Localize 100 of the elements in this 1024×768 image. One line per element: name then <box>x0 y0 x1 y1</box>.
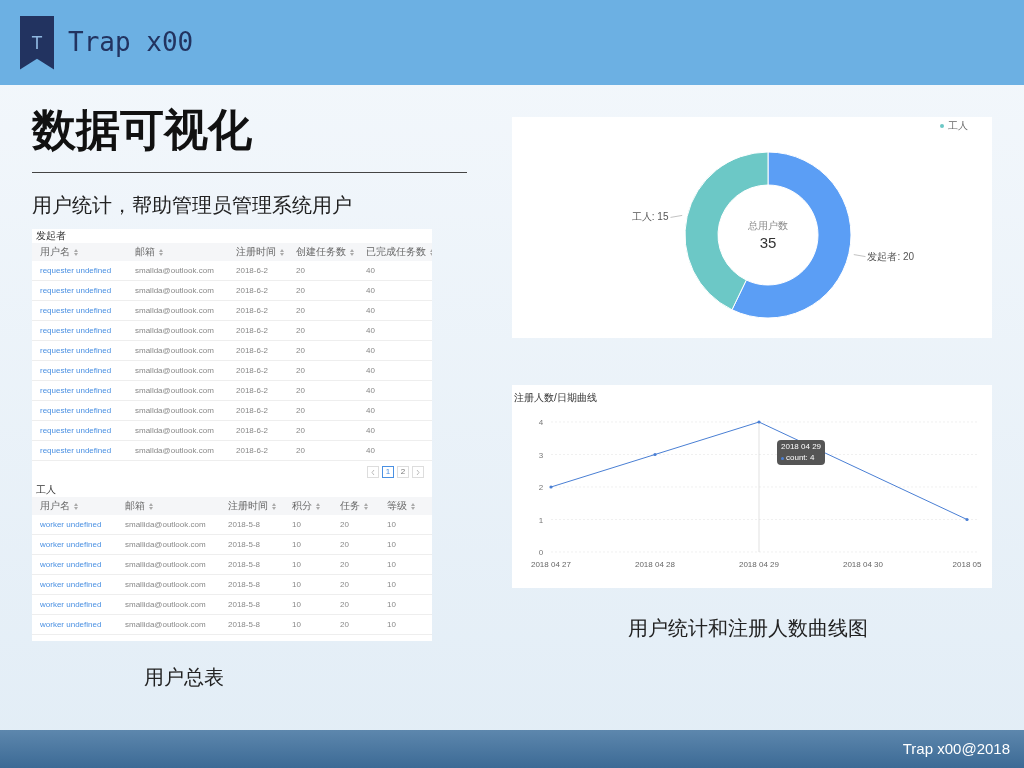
caption: 用户总表 <box>144 667 225 687</box>
x-tick-label: 2018 04 30 <box>843 560 883 569</box>
slice-label: 工人: 15 <box>631 211 669 223</box>
user-link[interactable]: requester undefined <box>40 384 135 397</box>
chevron-left-icon <box>371 469 375 475</box>
data-point <box>653 452 657 457</box>
table-cell-text: 20 <box>340 558 350 571</box>
column-header: 注册时间 <box>228 501 268 511</box>
table-cell-text: 10 <box>387 518 397 531</box>
subtitle: 用户统计，帮助管理员管理系统用户 <box>32 195 353 215</box>
table-cell-text: 10 <box>292 598 302 611</box>
table-cell-text: 2018-6-2 <box>236 444 270 457</box>
column-header: 用户名 <box>40 501 70 511</box>
bookmark-logo: T <box>20 15 54 70</box>
sort-icon[interactable] <box>272 502 276 510</box>
table-cell-text: 40 <box>366 344 376 357</box>
table-cell-text: 2018-5-8 <box>228 618 262 631</box>
table-cell-text: 2018-6-2 <box>236 404 270 417</box>
table-cell-text: 40 <box>366 284 376 297</box>
table-cell-text: 20 <box>296 364 306 377</box>
column-header: 已完成任务数 <box>366 247 426 257</box>
user-link[interactable]: requester undefined <box>40 324 135 337</box>
user-link[interactable]: requester undefined <box>40 264 135 277</box>
chevron-right-icon <box>416 469 420 475</box>
table-cell-text: 2018-5-8 <box>228 518 262 531</box>
sort-icon[interactable] <box>280 248 284 256</box>
x-tick-label: 2018 04 28 <box>635 560 675 569</box>
table-title: 工人 <box>35 483 57 497</box>
sort-icon[interactable] <box>411 502 415 510</box>
table-cell-text: 10 <box>387 558 397 571</box>
sort-icon[interactable] <box>350 248 354 256</box>
table-cell-text: 40 <box>366 264 376 277</box>
slice-label: 发起者: 20 <box>867 250 915 262</box>
data-point <box>757 420 761 424</box>
legend-label: 工人 <box>948 119 968 133</box>
table-cell-text: 2018-5-8 <box>228 578 262 591</box>
user-link[interactable]: worker undefined <box>40 618 125 631</box>
table-cell-text: 20 <box>340 618 350 631</box>
table-cell-text: smallida@outlook.com <box>125 558 207 571</box>
user-link[interactable]: worker undefined <box>40 558 125 571</box>
table-cell-text: smallda@outlook.com <box>135 364 215 377</box>
table-cell-text: 20 <box>296 424 306 437</box>
data-point <box>965 517 969 522</box>
column-header: 邮箱 <box>125 501 145 511</box>
sort-icon[interactable] <box>149 502 153 510</box>
sort-icon[interactable] <box>159 248 163 256</box>
user-link[interactable]: requester undefined <box>40 424 135 437</box>
previous-page-button[interactable] <box>367 466 379 478</box>
table-cell-text: 20 <box>296 444 306 457</box>
table-cell-text: 10 <box>387 618 397 631</box>
table-cell-text: 2018-6-2 <box>236 364 270 377</box>
user-link[interactable]: requester undefined <box>40 444 135 457</box>
y-tick-label: 3 <box>538 450 544 460</box>
table-cell-text: 40 <box>366 404 376 417</box>
x-tick-label: 2018 04 27 <box>531 560 571 569</box>
y-tick-label: 4 <box>538 418 544 427</box>
user-link[interactable]: requester undefined <box>40 364 135 377</box>
user-link[interactable]: requester undefined <box>40 404 135 417</box>
table-cell-text: 40 <box>366 304 376 317</box>
tooltip-date: 2018 04 29 <box>781 443 822 451</box>
table-cell-text: 10 <box>292 558 302 571</box>
x-tick-label: 2018 05 <box>952 560 982 569</box>
column-header: 等级 <box>387 501 407 511</box>
next-page-button[interactable] <box>412 466 424 478</box>
user-link[interactable]: worker undefined <box>40 518 125 531</box>
table-cell-text: 2018-5-8 <box>228 558 262 571</box>
center-value: 35 <box>759 234 777 251</box>
x-tick-label: 2018 04 29 <box>739 560 779 569</box>
user-link[interactable]: worker undefined <box>40 598 125 611</box>
column-header: 用户名 <box>40 247 70 257</box>
page-button[interactable]: 2 <box>397 466 409 478</box>
user-link[interactable]: requester undefined <box>40 344 135 357</box>
sort-icon[interactable] <box>316 502 320 510</box>
table-cell-text: 10 <box>387 598 397 611</box>
table-cell-text: 40 <box>366 364 376 377</box>
table-cell-text: 10 <box>292 618 302 631</box>
table-cell-text: 20 <box>296 284 306 297</box>
sort-icon[interactable] <box>74 248 78 256</box>
footer-text: Trap x00@2018 <box>902 738 1010 759</box>
table-cell-text: 2018-6-2 <box>236 304 270 317</box>
table-cell-text: smallida@outlook.com <box>125 518 207 531</box>
table-cell-text: smallda@outlook.com <box>135 424 215 437</box>
caption: 用户统计和注册人数曲线图 <box>628 618 869 638</box>
user-link[interactable]: requester undefined <box>40 304 135 317</box>
sort-icon[interactable] <box>74 502 78 510</box>
y-tick-label: 1 <box>538 515 544 525</box>
chart-title: 注册人数/日期曲线 <box>514 391 597 405</box>
column-header: 创建任务数 <box>296 247 346 257</box>
sort-icon[interactable] <box>364 502 368 510</box>
table-cell-text: 2018-5-8 <box>228 598 262 611</box>
table-cell-text: smallida@outlook.com <box>125 578 207 591</box>
data-point <box>549 485 553 489</box>
table-cell-text: smallida@outlook.com <box>125 618 207 631</box>
table-cell-text: smallda@outlook.com <box>135 284 215 297</box>
table-cell-text: smallda@outlook.com <box>135 304 215 317</box>
user-link[interactable]: worker undefined <box>40 578 125 591</box>
user-link[interactable]: worker undefined <box>40 538 125 551</box>
page-button[interactable]: 1 <box>382 466 394 478</box>
user-link[interactable]: requester undefined <box>40 284 135 297</box>
table-cell-text: 20 <box>296 384 306 397</box>
